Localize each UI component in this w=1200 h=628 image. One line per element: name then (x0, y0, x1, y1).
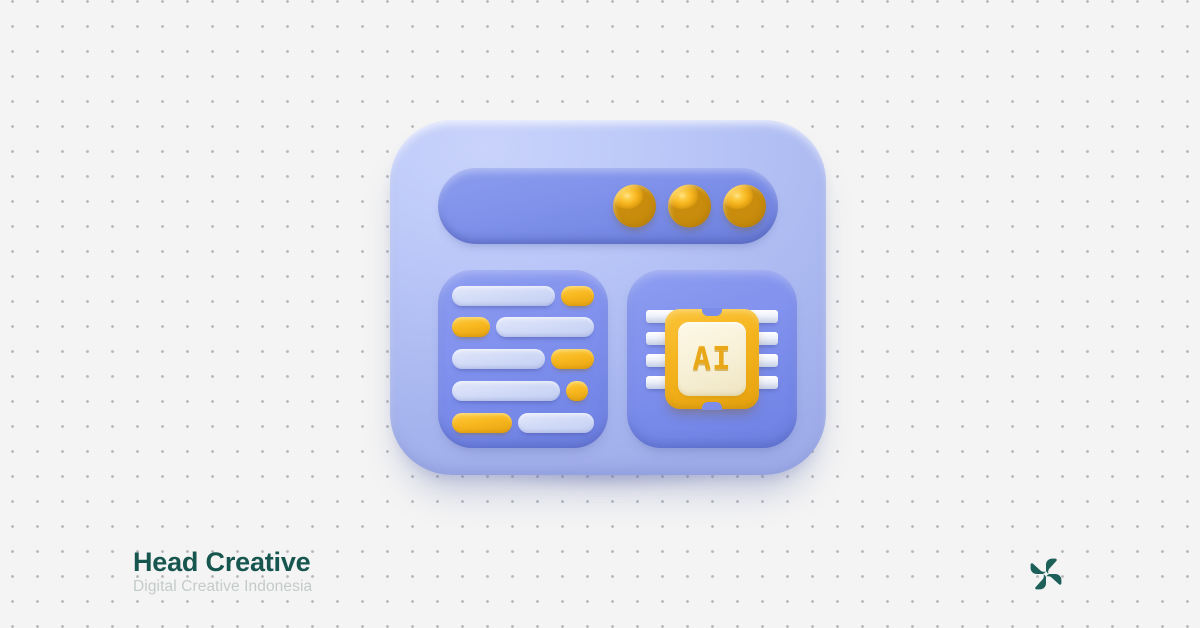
brand-block: Head Creative Digital Creative Indonesia (133, 547, 313, 597)
window-title-bar (438, 168, 778, 244)
pill-light (452, 380, 560, 401)
poster-canvas: AI Head Creative Digital Creative Indone… (0, 0, 1200, 628)
sphere-dot-3 (723, 184, 766, 228)
chip-label: AI (692, 340, 732, 377)
pill-gold (551, 349, 594, 369)
sphere-dot-2 (668, 184, 711, 228)
pill-gold (452, 412, 512, 433)
chip-notch-top (702, 308, 722, 316)
pill-gold (566, 380, 588, 401)
pill-row (452, 349, 594, 370)
brand-name: Head Creative (133, 547, 311, 577)
chip-face: AI (678, 322, 746, 396)
pill-row (452, 380, 594, 401)
pill-row (452, 317, 594, 338)
ai-chip-panel: AI (627, 270, 797, 448)
sphere-dot-group (613, 184, 766, 228)
chip-body: AI (665, 308, 759, 410)
pill-light (452, 349, 545, 369)
pill-light (496, 317, 594, 338)
brand-tagline: Digital Creative Indonesia (133, 578, 313, 596)
settings-list-panel (438, 270, 608, 448)
chip-notch-bottom (702, 402, 722, 410)
pill-light (452, 285, 555, 306)
pinwheel-logo-icon (1022, 550, 1070, 598)
ai-dashboard-3d-illustration: AI (380, 110, 830, 498)
ai-chip: AI (646, 296, 778, 422)
pill-row-group (452, 285, 594, 433)
pill-light (518, 412, 594, 433)
pill-row (452, 285, 594, 306)
pill-gold (452, 317, 490, 338)
pill-row (452, 412, 594, 433)
pill-gold (561, 285, 594, 306)
sphere-dot-1 (613, 184, 656, 228)
dashboard-card: AI (390, 120, 826, 475)
